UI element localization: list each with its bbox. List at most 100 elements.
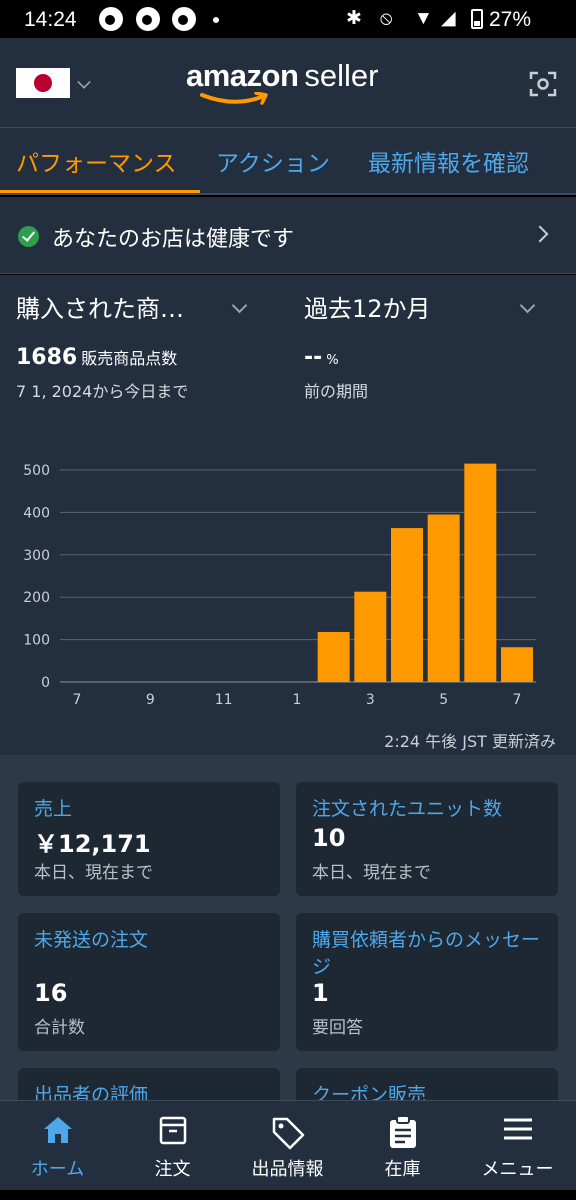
x-tick-label: 7: [73, 692, 82, 708]
chevron-down-icon[interactable]: [519, 297, 536, 314]
x-tick-label: 3: [366, 692, 375, 708]
x-tick-label: 1: [293, 692, 302, 708]
units-sold-value: 1686: [16, 345, 78, 370]
last-updated-text: 2:24 午後 JST 更新済み: [384, 732, 556, 751]
y-tick-label: 400: [23, 505, 50, 521]
units-sold-metric: 1686 販売商品点数: [16, 345, 177, 370]
sales-metrics-panel: 購入された商… 過去12か月 1686 販売商品点数 7 1, 2024から今日ま…: [0, 275, 576, 755]
app-header: amazon seller: [0, 38, 576, 128]
y-tick-label: 0: [41, 675, 50, 691]
card-subtext: 本日、現在まで: [312, 863, 431, 883]
scan-icon[interactable]: [529, 70, 557, 98]
status-bar: 14:24 ✱ ⦸ ▼ ◢ 27%: [0, 0, 576, 38]
clipboard-icon: [389, 1115, 416, 1148]
bar: [354, 591, 387, 682]
bluetooth-icon: ✱: [346, 8, 362, 29]
docomo-d-icon: [136, 7, 160, 31]
box-icon: [159, 1116, 186, 1145]
logo-word-seller: seller: [304, 58, 379, 93]
docomo-d-icon: [99, 7, 123, 31]
unshipped-orders-card[interactable]: 未発送の注文 16 合計数: [18, 913, 280, 1051]
nav-home[interactable]: ホーム: [0, 1101, 115, 1191]
battery-icon: [471, 9, 483, 29]
seller-feedback-card[interactable]: 出品者の評価: [18, 1068, 280, 1100]
nav-label: 在庫: [384, 1159, 421, 1180]
card-value: 1: [312, 979, 329, 1007]
nav-listings[interactable]: 出品情報: [230, 1101, 345, 1191]
nav-label: メニュー: [481, 1159, 554, 1180]
change-metric: --%: [304, 345, 339, 370]
tab-performance[interactable]: パフォーマンス: [16, 144, 177, 178]
coupon-sales-card[interactable]: クーポン販売: [296, 1068, 558, 1100]
notification-dot-icon: [213, 17, 219, 23]
menu-icon: [503, 1118, 532, 1140]
battery-percent: 27%: [489, 8, 532, 31]
tag-icon: [272, 1117, 304, 1150]
card-subtext: 要回答: [312, 1018, 363, 1038]
card-value: 16: [34, 979, 68, 1007]
x-tick-label: 5: [439, 692, 448, 708]
nav-menu[interactable]: メニュー: [460, 1101, 575, 1191]
chevron-right-icon: [531, 225, 549, 243]
bar: [464, 463, 497, 682]
card-subtext: 本日、現在まで: [34, 863, 153, 883]
change-value: --: [304, 345, 323, 370]
change-range: 前の期間: [304, 382, 369, 401]
bar: [391, 528, 423, 682]
y-tick-label: 500: [23, 463, 50, 479]
card-title: 購買依頼者からのメッセージ: [312, 929, 541, 978]
account-health-row[interactable]: あなたのお店は健康です: [0, 197, 576, 274]
y-tick-label: 100: [23, 633, 50, 649]
docomo-d-icon: [172, 7, 196, 31]
logo-word-amazon: amazon: [186, 58, 299, 93]
card-title: 未発送の注文: [34, 929, 149, 951]
x-tick-label: 9: [146, 692, 155, 708]
tab-whats-new[interactable]: 最新情報を確認: [368, 144, 529, 178]
smile-arrow-icon: [200, 92, 268, 105]
active-tab-indicator: [0, 190, 200, 193]
signal-icon: ◢: [441, 8, 456, 29]
period-selector[interactable]: 過去12か月: [304, 289, 431, 324]
summary-cards: 売上 ￥12,171 本日、現在まで 注文されたユニット数 10 本日、現在まで…: [0, 755, 576, 1100]
card-title: 注文されたユニット数: [312, 798, 503, 820]
chevron-down-icon[interactable]: [231, 297, 248, 314]
units-sold-range: 7 1, 2024から今日まで: [16, 382, 189, 401]
bar: [427, 514, 460, 682]
bar: [501, 647, 533, 682]
nav-orders[interactable]: 注文: [115, 1101, 230, 1191]
wifi-icon: ▼: [414, 8, 433, 29]
x-tick-label: 7: [513, 692, 522, 708]
nav-label: 出品情報: [251, 1159, 324, 1180]
sales-card[interactable]: 売上 ￥12,171 本日、現在まで: [18, 782, 280, 896]
amazon-seller-logo: amazon seller: [186, 58, 396, 108]
card-subtext: 合計数: [34, 1018, 85, 1038]
account-health-text: あなたのお店は健康です: [52, 227, 295, 252]
units-sold-label: 販売商品点数: [81, 349, 178, 368]
bottom-navigation: ホーム 注文 出品情報 在庫 メニュー: [0, 1100, 576, 1190]
top-tabs: パフォーマンス アクション 最新情報を確認: [0, 128, 576, 195]
card-title: クーポン販売: [312, 1084, 427, 1100]
card-title: 売上: [34, 798, 73, 820]
card-value: 10: [312, 824, 346, 852]
mute-icon: ⦸: [380, 8, 393, 29]
bar: [317, 631, 350, 682]
metric-selector[interactable]: 購入された商…: [16, 289, 184, 324]
home-icon: [43, 1117, 72, 1143]
chevron-down-icon[interactable]: [77, 75, 91, 89]
nav-inventory[interactable]: 在庫: [345, 1101, 460, 1191]
check-circle-icon: [18, 226, 39, 247]
japan-flag-icon[interactable]: [16, 68, 70, 98]
gesture-bar: [0, 1190, 576, 1200]
status-time: 14:24: [24, 8, 77, 31]
nav-label: 注文: [154, 1159, 191, 1180]
x-tick-label: 11: [215, 692, 233, 708]
y-tick-label: 300: [23, 548, 50, 564]
card-title: 出品者の評価: [34, 1084, 149, 1100]
y-tick-label: 200: [23, 590, 50, 606]
buyer-messages-card[interactable]: 購買依頼者からのメッセージ 1 要回答: [296, 913, 558, 1051]
change-unit: %: [326, 353, 339, 368]
tab-actions[interactable]: アクション: [216, 144, 330, 178]
ordered-units-card[interactable]: 注文されたユニット数 10 本日、現在まで: [296, 782, 558, 896]
nav-label: ホーム: [30, 1159, 85, 1180]
card-value: ￥12,171: [34, 830, 151, 858]
